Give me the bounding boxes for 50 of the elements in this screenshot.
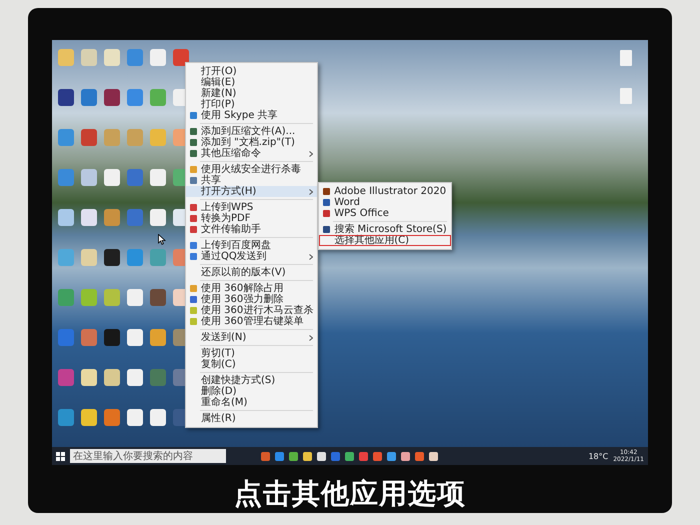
menu-item[interactable]: 添加到压缩文件(A)... [186, 126, 318, 137]
menu-item[interactable]: 使用 360强力删除 [186, 294, 318, 305]
menu-item[interactable]: 转换为PDF [186, 213, 318, 224]
desktop-icon[interactable] [127, 409, 143, 426]
menu-item[interactable]: 发送到(N) [186, 332, 318, 343]
menu-item[interactable]: 共享 [186, 175, 318, 186]
menu-item[interactable]: 重命名(M) [186, 397, 318, 408]
desktop-icon[interactable] [127, 329, 143, 346]
menu-item[interactable]: Adobe Illustrator 2020 [319, 186, 451, 197]
desktop-icon[interactable] [104, 369, 120, 386]
menu-item[interactable]: 其他压缩命令 [186, 148, 318, 159]
menu-item[interactable]: Word [319, 197, 451, 208]
menu-item[interactable]: 删除(D) [186, 386, 318, 397]
menu-item[interactable]: 使用 360解除占用 [186, 283, 318, 294]
desktop-icon[interactable] [104, 89, 120, 106]
menu-item[interactable]: 复制(C) [186, 359, 318, 370]
desktop-icon[interactable] [150, 209, 166, 226]
desktop-icon[interactable] [81, 409, 97, 426]
menu-item[interactable]: 新建(N) [186, 88, 318, 99]
subtitle-caption: 点击其他应用选项 [234, 476, 466, 512]
search-field[interactable]: 在这里输入你要搜索的内容 [70, 449, 226, 463]
menu-item[interactable]: 打开方式(H) [186, 186, 318, 197]
menu-item[interactable]: 属性(R) [186, 413, 318, 424]
menu-item[interactable]: 上传到百度网盘 [186, 240, 318, 251]
weather-text[interactable]: 18°C [588, 452, 608, 460]
menu-item[interactable]: 添加到 "文档.zip"(T) [186, 137, 318, 148]
desktop-icon[interactable] [81, 369, 97, 386]
mouse-cursor-icon [158, 234, 166, 245]
menu-item[interactable]: 使用 Skype 共享 [186, 110, 318, 121]
menu-item[interactable]: 打印(P) [186, 99, 318, 110]
desktop-icon[interactable] [58, 89, 74, 106]
menu-item[interactable]: 还原以前的版本(V) [186, 267, 318, 278]
desktop-icon[interactable] [150, 409, 166, 426]
menu-item[interactable]: 上传到WPS [186, 202, 318, 213]
menu-item[interactable]: 剪切(T) [186, 348, 318, 359]
menu-item[interactable]: 打开(O) [186, 66, 318, 77]
menu-item[interactable]: 搜索 Microsoft Store(S) [319, 224, 451, 235]
windows-start-icon[interactable] [56, 452, 65, 460]
menu-item[interactable]: 编辑(E) [186, 77, 318, 88]
desktop-icon[interactable] [104, 249, 120, 266]
menu-item[interactable]: 创建快捷方式(S) [186, 375, 318, 386]
menu-item[interactable]: 使用火绒安全进行杀毒 [186, 164, 318, 175]
menu-item[interactable]: 通过QQ发送到 [186, 251, 318, 262]
menu-item[interactable]: 使用 360进行木马云查杀 [186, 305, 318, 316]
desktop-icon[interactable] [173, 49, 189, 66]
menu-item[interactable]: 使用 360管理右键菜单 [186, 316, 318, 327]
desktop-icon[interactable] [81, 209, 97, 226]
desktop-icon[interactable] [127, 369, 143, 386]
menu-item[interactable]: WPS Office [319, 208, 451, 219]
menu-item[interactable]: 文件传输助手 [186, 224, 318, 235]
